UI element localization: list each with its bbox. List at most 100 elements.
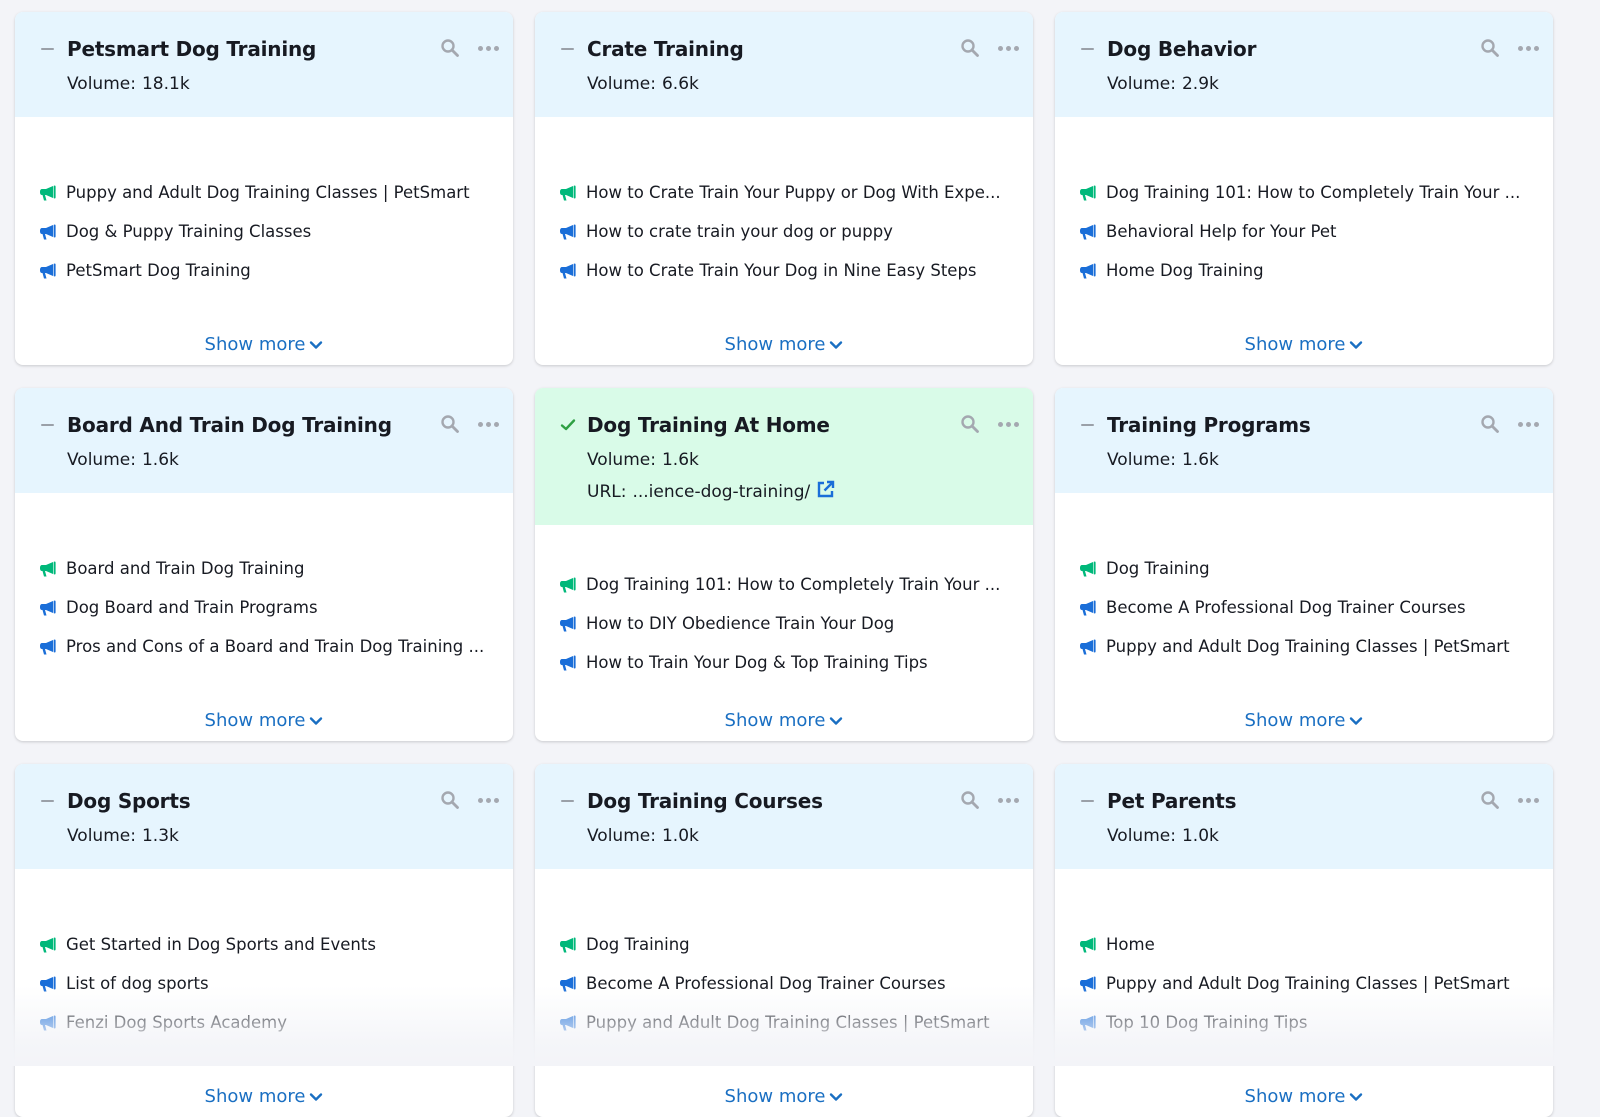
result-item[interactable]: Puppy and Adult Dog Training Classes | P…	[1079, 627, 1529, 666]
chevron-down-icon	[310, 340, 323, 349]
volume-label: Volume:	[67, 826, 136, 846]
check-icon[interactable]	[559, 418, 576, 432]
show-more-button[interactable]: Show more	[15, 1086, 513, 1107]
volume-value: 1.0k	[1181, 826, 1219, 846]
megaphone-icon	[559, 184, 579, 202]
result-item[interactable]: Dog Training 101: How to Completely Trai…	[559, 565, 1009, 604]
megaphone-icon	[559, 576, 579, 594]
card-header: Dog Training At Home Volume: 1.6k URL:...…	[535, 388, 1033, 525]
show-more-label: Show more	[204, 710, 306, 731]
volume-line: Volume: 1.6k	[67, 448, 489, 472]
result-item-title: Dog Training 101: How to Completely Trai…	[1106, 183, 1521, 202]
collapse-dash-icon[interactable]	[1079, 800, 1096, 802]
result-item[interactable]: Dog Training 101: How to Completely Trai…	[1079, 173, 1529, 212]
card-title: Dog Training At Home	[587, 413, 830, 437]
result-item[interactable]: Dog Board and Train Programs	[39, 588, 489, 627]
result-item[interactable]: Get Started in Dog Sports and Events	[39, 925, 489, 964]
result-item[interactable]: Pros and Cons of a Board and Train Dog T…	[39, 627, 489, 666]
result-item[interactable]: Puppy and Adult Dog Training Classes | P…	[39, 173, 489, 212]
result-item[interactable]: Top 10 Dog Training Tips	[1079, 1003, 1529, 1042]
show-more-button[interactable]: Show more	[535, 334, 1033, 355]
chevron-down-icon	[1350, 340, 1363, 349]
card-title: Crate Training	[587, 37, 744, 61]
topic-card-crate-training: Crate Training Volume: 6.6k How to Crate …	[535, 12, 1033, 365]
search-icon[interactable]	[1480, 38, 1500, 58]
result-item[interactable]: How to crate train your dog or puppy	[559, 212, 1009, 251]
result-item[interactable]: Behavioral Help for Your Pet	[1079, 212, 1529, 251]
search-icon[interactable]	[440, 790, 460, 810]
result-item[interactable]: Fenzi Dog Sports Academy	[39, 1003, 489, 1042]
result-item[interactable]: PetSmart Dog Training	[39, 251, 489, 290]
show-more-button[interactable]: Show more	[15, 710, 513, 731]
megaphone-icon	[1079, 975, 1099, 993]
result-item-title: Get Started in Dog Sports and Events	[66, 935, 376, 954]
search-icon[interactable]	[1480, 414, 1500, 434]
collapse-dash-icon[interactable]	[1079, 48, 1096, 50]
chevron-down-icon	[830, 1092, 843, 1101]
result-item[interactable]: Home	[1079, 925, 1529, 964]
more-options-icon[interactable]	[1518, 421, 1539, 427]
collapse-dash-icon[interactable]	[39, 424, 56, 426]
external-link-icon[interactable]	[816, 480, 835, 506]
card-title: Pet Parents	[1107, 789, 1237, 813]
result-item[interactable]: Home Dog Training	[1079, 251, 1529, 290]
show-more-button[interactable]: Show more	[1055, 334, 1553, 355]
megaphone-icon	[39, 975, 59, 993]
collapse-dash-icon[interactable]	[39, 48, 56, 50]
search-icon[interactable]	[440, 38, 460, 58]
show-more-button[interactable]: Show more	[535, 710, 1033, 731]
search-icon[interactable]	[960, 414, 980, 434]
volume-label: Volume:	[587, 826, 656, 846]
show-more-button[interactable]: Show more	[1055, 710, 1553, 731]
more-options-icon[interactable]	[998, 421, 1019, 427]
more-options-icon[interactable]	[478, 797, 499, 803]
result-item[interactable]: Become A Professional Dog Trainer Course…	[559, 964, 1009, 1003]
megaphone-icon	[1079, 262, 1099, 280]
result-item[interactable]: Dog & Puppy Training Classes	[39, 212, 489, 251]
search-icon[interactable]	[1480, 790, 1500, 810]
topic-card-dog-training-courses: Dog Training Courses Volume: 1.0k Dog Tra…	[535, 764, 1033, 1117]
card-body: Home Puppy and Adult Dog Training Classes…	[1055, 869, 1553, 1117]
volume-label: Volume:	[67, 74, 136, 94]
topic-card-pet-parents: Pet Parents Volume: 1.0k Home Puppy and Ad…	[1055, 764, 1553, 1117]
show-more-button[interactable]: Show more	[535, 1086, 1033, 1107]
result-item-title: How to Train Your Dog & Top Training Tip…	[586, 653, 928, 672]
search-icon[interactable]	[440, 414, 460, 434]
more-options-icon[interactable]	[998, 797, 1019, 803]
more-options-icon[interactable]	[1518, 797, 1539, 803]
more-options-icon[interactable]	[998, 45, 1019, 51]
result-item[interactable]: Dog Training	[559, 925, 1009, 964]
card-header: Dog Sports Volume: 1.3k	[15, 764, 513, 869]
more-options-icon[interactable]	[478, 421, 499, 427]
search-icon[interactable]	[960, 38, 980, 58]
card-title: Dog Training Courses	[587, 789, 823, 813]
megaphone-icon	[1079, 560, 1099, 578]
result-item[interactable]: List of dog sports	[39, 964, 489, 1003]
result-item-title: PetSmart Dog Training	[66, 261, 251, 280]
result-item[interactable]: Puppy and Adult Dog Training Classes | P…	[559, 1003, 1009, 1042]
collapse-dash-icon[interactable]	[1079, 424, 1096, 426]
card-title: Petsmart Dog Training	[67, 37, 317, 61]
more-options-icon[interactable]	[1518, 45, 1539, 51]
result-item[interactable]: How to Crate Train Your Dog in Nine Easy…	[559, 251, 1009, 290]
result-item[interactable]: How to DIY Obedience Train Your Dog	[559, 604, 1009, 643]
collapse-dash-icon[interactable]	[39, 800, 56, 802]
show-more-button[interactable]: Show more	[15, 334, 513, 355]
url-value[interactable]: ...ience-dog-training/	[632, 482, 810, 502]
collapse-dash-icon[interactable]	[559, 48, 576, 50]
card-body: Dog Training Become A Professional Dog Tr…	[1055, 493, 1553, 741]
result-item[interactable]: Become A Professional Dog Trainer Course…	[1079, 588, 1529, 627]
result-item[interactable]: How to Train Your Dog & Top Training Tip…	[559, 643, 1009, 682]
collapse-dash-icon[interactable]	[559, 800, 576, 802]
volume-line: Volume: 1.6k	[587, 448, 1009, 472]
show-more-button[interactable]: Show more	[1055, 1086, 1553, 1107]
search-icon[interactable]	[960, 790, 980, 810]
more-options-icon[interactable]	[478, 45, 499, 51]
result-item-title: Dog Board and Train Programs	[66, 598, 318, 617]
result-item[interactable]: How to Crate Train Your Puppy or Dog Wit…	[559, 173, 1009, 212]
volume-value: 1.6k	[1181, 450, 1219, 470]
result-item[interactable]: Puppy and Adult Dog Training Classes | P…	[1079, 964, 1529, 1003]
result-item[interactable]: Board and Train Dog Training	[39, 549, 489, 588]
result-item[interactable]: Dog Training	[1079, 549, 1529, 588]
chevron-down-icon	[1350, 1092, 1363, 1101]
